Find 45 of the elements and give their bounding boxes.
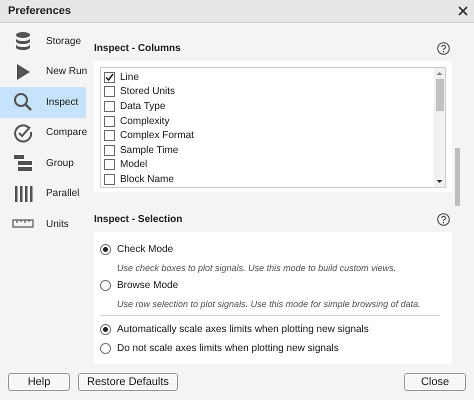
check-circle-icon <box>12 122 34 144</box>
checkbox-label: Complexity <box>120 116 170 127</box>
dialog-button[interactable]: Close <box>404 373 466 391</box>
scrollbar-thumb[interactable] <box>455 148 460 206</box>
search-icon <box>12 91 34 114</box>
checkbox-label: Complex Format <box>120 130 194 142</box>
sidebar-item[interactable]: Inspect <box>0 87 86 118</box>
checkbox[interactable] <box>104 72 115 83</box>
scroll-up-icon[interactable] <box>436 70 443 77</box>
checkbox[interactable] <box>104 116 115 127</box>
checkbox[interactable] <box>104 86 115 98</box>
checkbox-label: Block Name <box>120 174 174 185</box>
sidebar-item[interactable]: Storage <box>0 26 86 56</box>
radio-option[interactable]: Automatically scale axes limits when plotting new signals <box>100 320 440 339</box>
checkbox-label: Data Type <box>120 100 166 112</box>
radio-option[interactable]: Do not scale axes limits when plotting new signals <box>100 339 440 358</box>
checkbox-label: Line <box>120 72 139 83</box>
checkbox[interactable] <box>104 159 115 170</box>
checkbox[interactable] <box>104 100 115 112</box>
checkbox[interactable] <box>104 174 115 185</box>
section-title: Inspect - Selection <box>94 214 182 224</box>
sidebar-item[interactable]: New Run <box>0 56 86 87</box>
checkbox-label: Model <box>120 159 148 170</box>
radio-option[interactable]: Browse Mode <box>100 276 440 295</box>
sidebar-item[interactable]: Units <box>0 209 86 240</box>
radio-option[interactable]: Check Mode <box>100 240 440 259</box>
sidebar-item[interactable]: Group <box>0 148 86 178</box>
checkbox-label: Sample Time <box>120 144 178 156</box>
scrollbar[interactable] <box>434 68 445 187</box>
checkbox-label: Stored Units <box>120 86 176 98</box>
option-description: Use check boxes to plot signals. Use this mode to build custom views. <box>116 262 398 275</box>
sidebar-item[interactable]: Compare <box>0 118 86 148</box>
option-description: Use row selection to plot signals. Use this mode for simple browsing of data. <box>116 298 422 311</box>
sidebar-item[interactable]: Parallel <box>0 178 86 209</box>
dialog-button[interactable]: Help <box>8 373 70 391</box>
scroll-down-icon[interactable] <box>436 178 443 185</box>
help-icon[interactable] <box>437 42 450 54</box>
dialog-button[interactable]: Restore Defaults <box>78 373 178 391</box>
window-title: Preferences <box>8 5 71 17</box>
help-icon[interactable] <box>437 212 450 226</box>
scrollbar-thumb[interactable] <box>436 79 444 111</box>
checkbox[interactable] <box>104 130 115 142</box>
close-icon[interactable] <box>458 6 468 16</box>
section-title: Inspect - Columns <box>94 42 181 54</box>
checkbox[interactable] <box>104 144 115 156</box>
